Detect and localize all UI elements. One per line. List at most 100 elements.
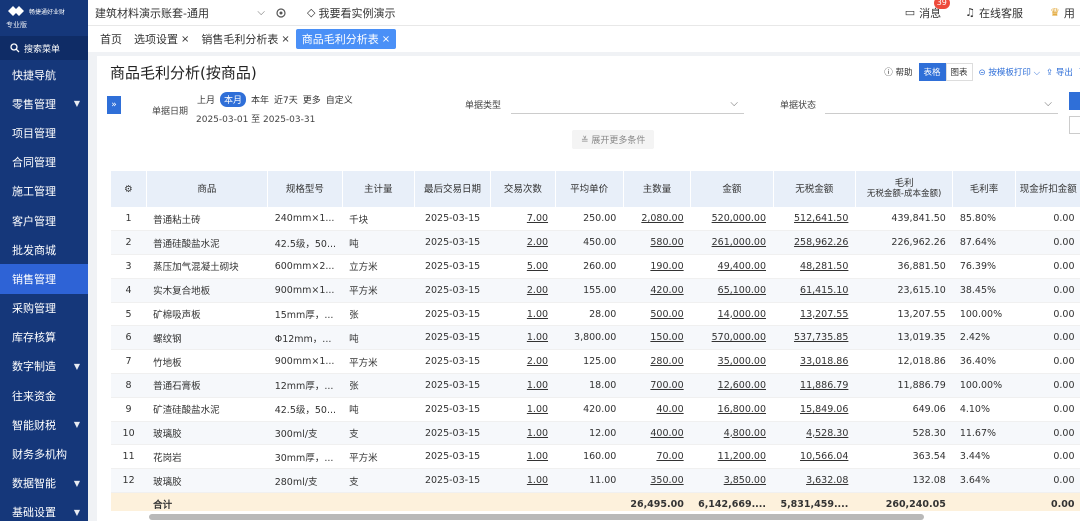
table-cell[interactable]: 2.00	[490, 349, 556, 375]
table-cell[interactable]: 15,849.06	[773, 397, 856, 422]
table-cell[interactable]: 520,000.00	[690, 207, 774, 232]
table-cell[interactable]: 3,632.08	[773, 468, 856, 494]
expand-more-button[interactable]: ≚ 展开更多条件	[572, 130, 655, 149]
sidebar-item[interactable]: 销售管理	[0, 264, 88, 294]
column-header[interactable]: 平均单价	[555, 171, 624, 207]
table-row[interactable]: 12 玻璃胶 280ml/支支 2025-03-15 1.00 11.00 350.00 3,…	[111, 468, 1080, 494]
table-cell[interactable]: 48,281.50	[773, 254, 856, 279]
settings-icon[interactable]	[273, 5, 289, 21]
table-cell[interactable]: 512,641.50	[773, 207, 856, 232]
sidebar-item[interactable]: 客户管理	[0, 206, 88, 235]
table-cell[interactable]: 49,400.00	[690, 254, 774, 279]
sidebar-item[interactable]: 库存核算	[0, 323, 88, 352]
table-cell[interactable]: 1.00	[490, 373, 556, 398]
table-cell[interactable]: 11,200.00	[690, 444, 774, 470]
column-header[interactable]: 商品	[146, 171, 269, 207]
table-row[interactable]: 7 竹地板 900mm×1... 平方米 2025-03-15 2.00 125.00 280…	[111, 349, 1080, 375]
column-header[interactable]: 交易次数	[490, 171, 556, 207]
type-select[interactable]: ⌵	[511, 98, 744, 114]
sidebar-item[interactable]: 项目管理	[0, 118, 88, 147]
horizontal-scrollbar[interactable]	[149, 514, 924, 520]
table-row[interactable]: 11 花岗岩 30mm厚，... 平方米 2025-03-15 1.00 160.00 70.…	[111, 444, 1080, 470]
table-cell[interactable]: 40.00	[623, 397, 691, 422]
table-cell[interactable]: 70.00	[623, 444, 691, 470]
column-header[interactable]: 主数量	[623, 171, 692, 207]
sidebar-item[interactable]: 零售管理 ▼	[0, 89, 88, 118]
sidebar-item[interactable]: 批发商城	[0, 235, 88, 264]
period-option[interactable]: 自定义	[326, 93, 353, 106]
table-cell[interactable]: 2.00	[490, 230, 556, 256]
table-cell[interactable]: 12,600.00	[690, 373, 774, 398]
table-cell[interactable]: 1.00	[490, 468, 556, 494]
table-cell[interactable]: 500.00	[623, 302, 691, 327]
column-header[interactable]: 毛利率	[952, 171, 1016, 207]
column-header[interactable]: 最后交易日期	[414, 171, 492, 207]
close-icon[interactable]: ×	[382, 34, 390, 45]
table-cell[interactable]: 33,018.86	[773, 349, 856, 375]
column-header[interactable]: 金额	[690, 171, 774, 207]
period-option[interactable]: 本月	[220, 92, 247, 107]
column-header[interactable]: 现金折扣金额	[1015, 171, 1080, 207]
sidebar-item[interactable]: 快捷导航	[0, 60, 88, 89]
table-cell[interactable]: 11,886.79	[773, 373, 856, 398]
print-template-button[interactable]: ⊝ 按模板打印 ⌵	[979, 66, 1041, 78]
messages-button[interactable]: ▭ 消息 39	[905, 0, 950, 21]
table-cell[interactable]: 4,528.30	[773, 421, 856, 446]
table-cell[interactable]: 420.00	[623, 278, 691, 303]
table-cell[interactable]: 580.00	[623, 230, 691, 256]
column-header[interactable]: 主计量	[342, 171, 415, 207]
table-cell[interactable]: 400.00	[623, 421, 691, 446]
table-cell[interactable]: 61,415.10	[773, 278, 856, 303]
table-cell[interactable]: 1.00	[490, 444, 556, 470]
status-select[interactable]: ⌵	[825, 98, 1058, 114]
period-option[interactable]: 上月	[197, 93, 215, 106]
table-row[interactable]: 2 普通硅酸盐水泥 42.5级，50... 吨 2025-03-15 2.00 450.00…	[111, 230, 1080, 256]
close-icon[interactable]: ×	[181, 34, 189, 45]
period-option[interactable]: 近7天	[274, 93, 298, 106]
table-cell[interactable]: 280.00	[623, 349, 691, 375]
tab[interactable]: 选项设置 ×	[128, 29, 195, 49]
period-option[interactable]: 更多	[303, 93, 321, 106]
column-header[interactable]: 无税金额	[773, 171, 856, 207]
table-cell[interactable]: 1.00	[490, 397, 556, 422]
sidebar-item[interactable]: 往来资金	[0, 381, 88, 410]
online-service-button[interactable]: ♫ 在线客服	[965, 5, 1023, 21]
sidebar-item[interactable]: 采购管理	[0, 294, 88, 323]
help-link[interactable]: ⓘ 帮助	[884, 66, 912, 78]
sidebar-item[interactable]: 合同管理	[0, 148, 88, 177]
table-row[interactable]: 5 矿棉吸声板 15mm厚，... 张 2025-03-15 1.00 28.00 500.0…	[111, 302, 1080, 327]
sidebar-item[interactable]: 数字制造 ▼	[0, 352, 88, 381]
table-row[interactable]: 3 蒸压加气混凝土砌块 600mm×2... 立方米 2025-03-15 5.00 260…	[111, 254, 1080, 279]
table-row[interactable]: 9 矿渣硅酸盐水泥 42.5级，50... 吨 2025-03-15 1.00 420.00…	[111, 397, 1080, 422]
demo-link[interactable]: ◇ 我要看实例演示	[307, 5, 395, 21]
table-row[interactable]: 10 玻璃胶 300ml/支支 2025-03-15 1.00 12.00 400.00 4,…	[111, 421, 1080, 446]
table-cell[interactable]: 150.00	[623, 325, 691, 351]
table-cell[interactable]: 3,850.00	[690, 468, 774, 494]
table-cell[interactable]: 10,566.04	[773, 444, 856, 470]
column-header[interactable]: 毛利 无税金额-成本金额)	[855, 171, 954, 207]
table-cell[interactable]: 190.00	[623, 254, 691, 279]
table-cell[interactable]: 2,080.00	[623, 207, 691, 232]
column-header[interactable]: 规格型号	[267, 171, 343, 207]
expand-panel-button[interactable]: »	[107, 96, 121, 114]
tab[interactable]: 商品毛利分析表 ×	[295, 29, 397, 49]
tab[interactable]: 首页	[94, 29, 128, 49]
reset-button[interactable]	[1069, 116, 1080, 134]
table-row[interactable]: 6 螺纹钢 Φ12mm，... 吨 2025-03-15 1.00 3,800.00 150.…	[111, 325, 1080, 351]
table-cell[interactable]: 570,000.00	[690, 325, 774, 351]
table-cell[interactable]: 1.00	[490, 325, 556, 351]
table-cell[interactable]: 4,800.00	[690, 421, 774, 446]
table-cell[interactable]: 16,800.00	[690, 397, 774, 422]
table-cell[interactable]: 261,000.00	[690, 230, 774, 256]
table-cell[interactable]: 13,207.55	[773, 302, 856, 327]
tab[interactable]: 销售毛利分析表 ×	[195, 29, 295, 49]
table-cell[interactable]: 700.00	[623, 373, 691, 398]
table-cell[interactable]: 35,000.00	[690, 349, 774, 375]
menu-search[interactable]: 搜索菜单	[0, 36, 88, 60]
table-row[interactable]: 8 普通石膏板 12mm厚，... 张 2025-03-15 1.00 18.00 700.0…	[111, 373, 1080, 398]
table-cell[interactable]: 65,100.00	[690, 278, 774, 303]
table-cell[interactable]: 7.00	[490, 207, 556, 232]
sidebar-item[interactable]: 施工管理	[0, 177, 88, 206]
query-button[interactable]	[1069, 92, 1080, 110]
sidebar-item[interactable]: 财务多机构	[0, 439, 88, 468]
